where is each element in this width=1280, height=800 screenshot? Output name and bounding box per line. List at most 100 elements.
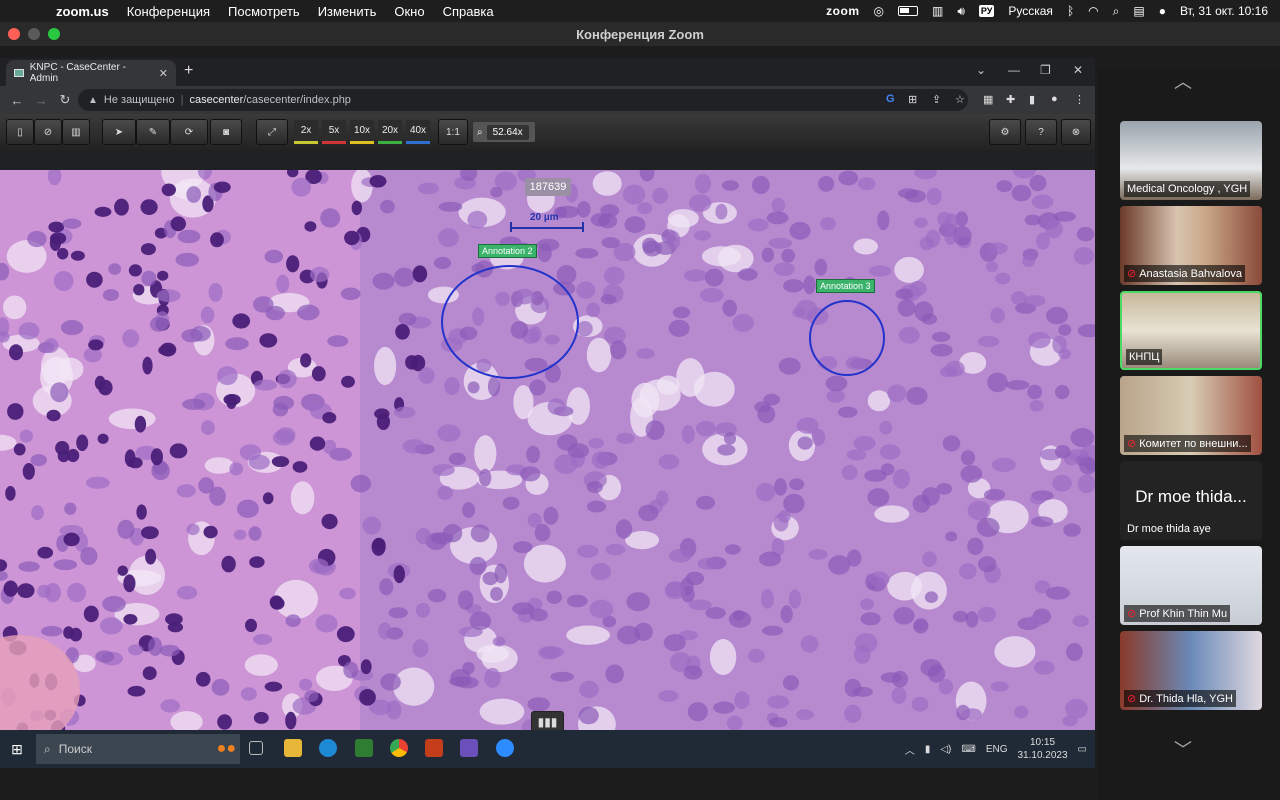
settings-gear-icon[interactable]: ⚙: [989, 119, 1021, 145]
translate-icon[interactable]: ⊞: [908, 93, 917, 106]
participant-tile[interactable]: ⊘ Dr. Thida Hla, YGH: [1120, 631, 1262, 710]
menu-app-name[interactable]: zoom.us: [56, 4, 109, 19]
profile-icon[interactable]: ●: [1051, 93, 1058, 105]
zoom-level-field[interactable]: ⌕ 52.64x: [473, 122, 535, 142]
wifi-icon[interactable]: ◠: [1088, 4, 1098, 18]
browser-restore-button[interactable]: ❐: [1040, 63, 1051, 77]
creative-cloud-icon[interactable]: ◎: [874, 4, 884, 18]
close-viewer-icon[interactable]: ⊗: [1061, 119, 1091, 145]
slide-viewer-toolbar: ▯ ⊘ ▥ ➤ ✎ ⟳ ◙ ⤢ 2x 5x 10x 20x 40x 1:1 ⌕ …: [0, 114, 1095, 150]
shared-screen: KNPC - CaseCenter - Admin ✕ + ⌄ — ❐ ✕ ← …: [0, 58, 1095, 768]
speaker-icon[interactable]: ◁): [940, 744, 951, 755]
menu-item-help[interactable]: Справка: [443, 4, 494, 19]
browser-menu-icon[interactable]: ⋮: [1074, 93, 1085, 106]
radiant-app-icon[interactable]: [355, 739, 373, 757]
participant-name: Anastasia Bahvalova: [1139, 267, 1242, 280]
google-icon[interactable]: G: [886, 93, 895, 105]
zoom-logo-icon[interactable]: zoom: [826, 4, 859, 18]
slide-label-tool[interactable]: ▯: [6, 119, 34, 145]
camera-snapshot-icon[interactable]: ◙: [210, 119, 242, 145]
keyboard-icon[interactable]: ⌨: [961, 744, 975, 755]
microphone-icon[interactable]: ▮: [925, 744, 931, 755]
menu-item-conference[interactable]: Конференция: [127, 4, 210, 19]
file-explorer-icon[interactable]: [284, 739, 302, 757]
tab-search-chevron-icon[interactable]: ⌄: [976, 63, 986, 77]
extension-1-icon[interactable]: ▦: [983, 93, 993, 106]
annotation-2-circle[interactable]: [441, 265, 579, 379]
siri-icon[interactable]: ●: [1159, 4, 1166, 18]
navigator-compass-icon[interactable]: ⊘: [34, 119, 62, 145]
zoom-10x-button[interactable]: 10x: [350, 120, 374, 144]
fullscreen-window-button[interactable]: [48, 28, 60, 40]
zoom-5x-button[interactable]: 5x: [322, 120, 346, 144]
zoom-1to1-button[interactable]: 1:1: [438, 119, 468, 145]
reload-icon[interactable]: ↻: [58, 92, 72, 108]
forward-icon[interactable]: →: [34, 93, 48, 108]
address-bar[interactable]: ▲ Не защищено | casecenter/casecenter/in…: [78, 89, 968, 111]
magnifier-icon: ⌕: [477, 126, 483, 138]
keyboard-layout-label[interactable]: Русская: [1008, 4, 1053, 18]
tray-overflow-icon[interactable]: ︿: [905, 742, 915, 757]
participant-tile-active[interactable]: КНПЦ: [1120, 291, 1262, 370]
extensions-puzzle-icon[interactable]: ✚: [1006, 93, 1015, 106]
gallery-scroll-up-icon[interactable]: ︿: [1174, 68, 1192, 94]
gallery-scroll-down-icon[interactable]: ﹀: [1174, 736, 1192, 762]
participant-tile[interactable]: ⊘ Комитет по внешни...: [1120, 376, 1262, 455]
notifications-icon[interactable]: ▭: [1078, 744, 1087, 755]
battery-icon[interactable]: [897, 6, 918, 16]
control-center-icon[interactable]: ▤: [1133, 4, 1144, 18]
pointer-tool-icon[interactable]: ➤: [102, 119, 136, 145]
bluetooth-icon[interactable]: ᛒ: [1067, 4, 1074, 18]
barcode-icon[interactable]: ▥: [62, 119, 90, 145]
teams-like-app-icon[interactable]: [460, 739, 478, 757]
fullscreen-icon[interactable]: ⤢: [256, 119, 288, 145]
new-tab-button[interactable]: +: [184, 62, 193, 80]
tab-close-icon[interactable]: ✕: [159, 67, 168, 80]
windows-start-icon[interactable]: ⊞: [0, 741, 34, 758]
taskbar-clock[interactable]: 10:15 31.10.2023: [1017, 736, 1067, 762]
volume-icon[interactable]: 🔊︎: [957, 4, 965, 19]
participant-name: Dr. Thida Hla, YGH: [1139, 692, 1233, 705]
menu-item-window[interactable]: Окно: [394, 4, 424, 19]
menu-item-view[interactable]: Посмотреть: [228, 4, 300, 19]
security-status[interactable]: Не защищено: [104, 94, 175, 106]
participant-tile[interactable]: Dr moe thida... Dr moe thida aye: [1120, 461, 1262, 540]
browser-close-button[interactable]: ✕: [1073, 63, 1083, 77]
language-indicator[interactable]: ENG: [986, 744, 1008, 755]
spotlight-search-icon[interactable]: ⌕: [1113, 4, 1120, 19]
sidepanel-icon[interactable]: ▮: [1029, 93, 1035, 106]
participant-tile[interactable]: ⊘ Prof Khin Thin Mu: [1120, 546, 1262, 625]
back-icon[interactable]: ←: [10, 93, 24, 108]
annotation-3-label[interactable]: Annotation 3: [816, 279, 875, 293]
menu-item-edit[interactable]: Изменить: [318, 4, 377, 19]
keyboard-layout-badge[interactable]: РУ: [978, 5, 995, 17]
rotate-tool-icon[interactable]: ⟳: [170, 119, 208, 145]
close-window-button[interactable]: [8, 28, 20, 40]
zoom-20x-button[interactable]: 20x: [378, 120, 402, 144]
help-icon[interactable]: ?: [1025, 119, 1057, 145]
histology-slide-view[interactable]: 187639 20 µm Annotation 2 Annotation 3 ▮…: [0, 170, 1095, 730]
chrome-icon[interactable]: [390, 739, 408, 757]
annotation-2-label[interactable]: Annotation 2: [478, 244, 537, 258]
participant-tile[interactable]: Medical Oncology , YGH: [1120, 121, 1262, 200]
zoom-taskbar-icon[interactable]: [496, 739, 514, 757]
browser-minimize-button[interactable]: —: [1008, 63, 1020, 77]
audio-bars-icon[interactable]: ▥: [932, 4, 943, 18]
edge-browser-icon[interactable]: [319, 739, 337, 757]
participant-display-name: Dr moe thida...: [1135, 487, 1247, 506]
powerpoint-icon[interactable]: [425, 739, 443, 757]
share-icon[interactable]: ⇪: [932, 93, 941, 106]
taskbar-search-box[interactable]: ⌕ Поиск ●●: [36, 734, 240, 764]
browser-tab-active[interactable]: KNPC - CaseCenter - Admin ✕: [6, 60, 176, 86]
annotation-3-circle[interactable]: [809, 300, 885, 376]
warning-icon: ▲: [88, 94, 98, 106]
zoom-40x-button[interactable]: 40x: [406, 120, 430, 144]
bookmark-star-icon[interactable]: ☆: [955, 93, 965, 106]
filmstrip-toggle-button[interactable]: ▮▮▮: [531, 711, 564, 730]
task-view-icon[interactable]: [249, 741, 263, 755]
zoom-2x-button[interactable]: 2x: [294, 120, 318, 144]
minimize-window-button[interactable]: [28, 28, 40, 40]
menubar-datetime[interactable]: Вт, 31 окт. 10:16: [1180, 4, 1268, 18]
participant-tile[interactable]: ⊘ Anastasia Bahvalova: [1120, 206, 1262, 285]
pen-annotation-icon[interactable]: ✎: [136, 119, 170, 145]
